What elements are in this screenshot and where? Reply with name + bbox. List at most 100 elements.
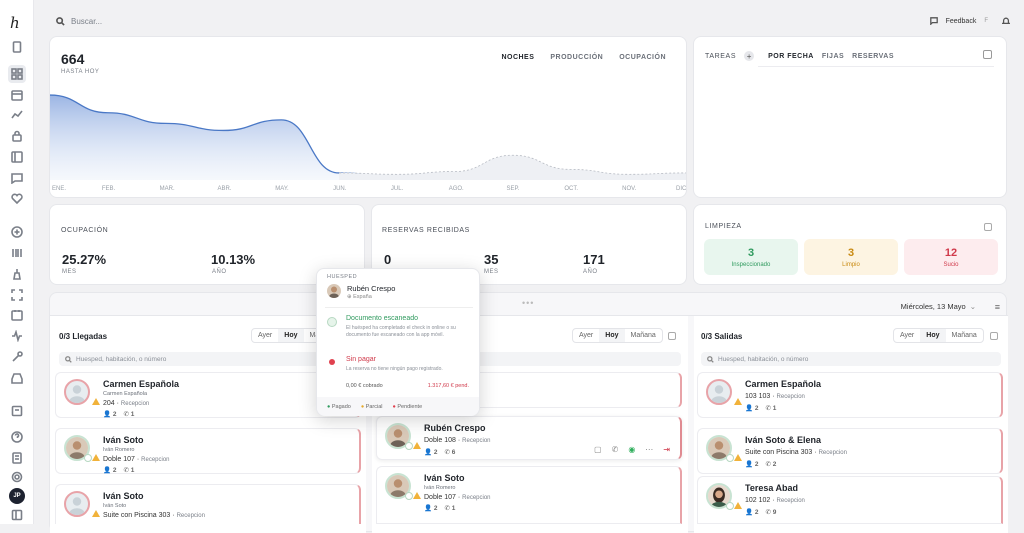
inspeccionado-count: 3: [747, 246, 755, 259]
guest-kids: 1: [451, 505, 456, 512]
guest-card[interactable]: Iván Soto & Elena Suite con Piscina 303 …: [697, 428, 1003, 474]
planner-icon[interactable]: [8, 148, 26, 166]
whatsapp-icon[interactable]: ◉: [628, 445, 635, 454]
x-tick-label: FEB.: [102, 186, 116, 192]
tasks-calendar-icon[interactable]: [983, 50, 992, 59]
tab-ocupacion[interactable]: OCUPACIÓN: [619, 54, 666, 61]
settings-icon[interactable]: [8, 468, 26, 486]
guest-card[interactable]: Iván Soto Iván Romero Doble 107 · Recepc…: [376, 466, 682, 524]
middle-hoy[interactable]: Hoy: [599, 329, 625, 342]
checkin-badge-icon: [726, 502, 734, 510]
stats-value: 664: [61, 51, 85, 67]
scan-icon[interactable]: [8, 286, 26, 304]
barcode-icon[interactable]: [8, 244, 26, 262]
inspeccionado-label: Inspeccionado: [731, 261, 771, 268]
salidas-manana[interactable]: Mañana: [946, 329, 983, 342]
user-avatar[interactable]: JP: [9, 488, 25, 504]
document-icon[interactable]: [8, 38, 26, 56]
x-tick-label: SEP.: [507, 186, 520, 192]
x-tick-label: MAR.: [160, 186, 175, 192]
popup-doc-text: El huésped ha completado el check in onl…: [346, 325, 456, 338]
edit-icon[interactable]: ▢: [594, 445, 602, 454]
guest-adults: 2: [754, 405, 759, 412]
add-circle-icon[interactable]: [8, 223, 26, 241]
limpieza-sucio[interactable]: 12 Sucio: [904, 239, 998, 275]
checkin-badge-icon: [84, 454, 92, 462]
guest-card[interactable]: Iván Soto Iván Romero Doble 107 · Recepc…: [55, 428, 361, 474]
inbox-icon[interactable]: [8, 369, 26, 387]
stats-icon[interactable]: [8, 106, 26, 124]
llegadas-hoy[interactable]: Hoy: [278, 329, 304, 342]
adults-icon: 👤 2: [103, 467, 117, 474]
salidas-search[interactable]: Huesped, habitación, o número: [701, 352, 1001, 366]
middle-link-icon[interactable]: [668, 332, 676, 340]
app-logo[interactable]: ℎ: [10, 14, 20, 32]
lock-icon[interactable]: [8, 127, 26, 145]
warning-icon: [734, 502, 742, 509]
guest-card[interactable]: Teresa Abad 102 102 · Recepcion 👤 2 ✆ 9: [697, 476, 1003, 524]
limpieza-link-icon[interactable]: [984, 223, 992, 231]
bell-icon[interactable]: [1002, 17, 1010, 25]
adults-icon: 👤 2: [424, 505, 438, 512]
dashboard-icon[interactable]: [8, 65, 26, 83]
salidas-ayer[interactable]: Ayer: [894, 329, 920, 342]
guest-holder: Iván Soto: [103, 503, 127, 509]
tab-noches[interactable]: NOCHES: [501, 54, 534, 61]
report-icon[interactable]: [8, 402, 26, 420]
llegadas-search[interactable]: Huesped, habitación, o número: [59, 352, 359, 366]
call-icon[interactable]: ✆: [612, 445, 619, 454]
guest-name: Carmen Española: [745, 379, 822, 389]
phone-icon: ✆ 1: [123, 411, 135, 418]
checkin-badge-icon: [405, 492, 413, 500]
calendar-icon[interactable]: [8, 86, 26, 104]
menu-icon[interactable]: ≡: [995, 302, 1000, 312]
limpieza-card: LIMPIEZA 3 Inspeccionado 3 Limpio 12 Sucio: [693, 204, 1007, 285]
checkout-icon[interactable]: ⇥: [663, 445, 670, 454]
llegadas-ayer[interactable]: Ayer: [252, 329, 278, 342]
guest-actions: ▢ ✆ ◉ ⋯ ⇥: [594, 445, 670, 454]
add-task-button[interactable]: +: [744, 51, 755, 61]
ocupacion-ano-value: 10.13%: [211, 252, 256, 267]
tab-produccion[interactable]: PRODUCCIÓN: [550, 54, 603, 61]
guest-card[interactable]: Iván Soto Iván Soto Suite con Piscina 30…: [55, 484, 361, 524]
guest-kids: 9: [772, 509, 777, 516]
guest-card-selected[interactable]: Rubén Crespo Doble 108 · Recepcion 👤 2 ✆ …: [376, 416, 682, 460]
tab-fijas[interactable]: FIJAS: [822, 53, 844, 60]
agenda-icon[interactable]: [8, 306, 26, 324]
search-input[interactable]: Buscar...: [71, 17, 102, 26]
middle-ayer[interactable]: Ayer: [573, 329, 599, 342]
tools-icon[interactable]: [8, 348, 26, 366]
tab-por-fecha[interactable]: POR FECHA: [768, 53, 814, 60]
feedback-button[interactable]: Feedback: [946, 18, 977, 25]
guest-card[interactable]: Carmen Española 103 103 · Recepcion 👤 2 ✆…: [697, 372, 1003, 418]
tab-reservas[interactable]: RESERVAS: [852, 53, 894, 60]
more-icon[interactable]: ⋯: [645, 445, 653, 454]
date-selector[interactable]: Miércoles, 13 Mayo ⌄: [901, 302, 976, 311]
help-icon[interactable]: [8, 428, 26, 446]
notes-icon[interactable]: [8, 449, 26, 467]
llegadas-title: 0/3 Llegadas: [59, 332, 108, 341]
llegadas-search-placeholder: Huesped, habitación, o número: [76, 355, 167, 363]
global-search[interactable]: Buscar...: [44, 17, 102, 26]
limpieza-inspeccionado[interactable]: 3 Inspeccionado: [704, 239, 798, 275]
limpieza-limpio[interactable]: 3 Limpio: [804, 239, 898, 275]
chat-icon[interactable]: [8, 169, 26, 187]
drag-handle[interactable]: •••: [522, 298, 534, 308]
middle-manana[interactable]: Mañana: [625, 329, 662, 342]
series-area: [50, 95, 686, 180]
guest-room: 102 102: [745, 497, 771, 504]
heart-icon[interactable]: [8, 190, 26, 208]
popup-pay-title: Sin pagar: [346, 356, 376, 363]
collapse-icon[interactable]: [8, 506, 26, 524]
tareas-title: TAREAS: [705, 52, 737, 60]
search-icon: [65, 355, 72, 363]
salidas-hoy[interactable]: Hoy: [920, 329, 946, 342]
legend-pagado-label: Pagado: [331, 403, 351, 410]
salidas-link-icon[interactable]: [990, 332, 998, 340]
cleaning-icon[interactable]: [8, 265, 26, 283]
activity-icon[interactable]: [8, 327, 26, 345]
document-scanned-icon: [327, 317, 337, 327]
guest-adults: 2: [433, 449, 438, 456]
guest-avatar: [64, 379, 90, 405]
phone-icon: ✆ 1: [123, 467, 135, 474]
